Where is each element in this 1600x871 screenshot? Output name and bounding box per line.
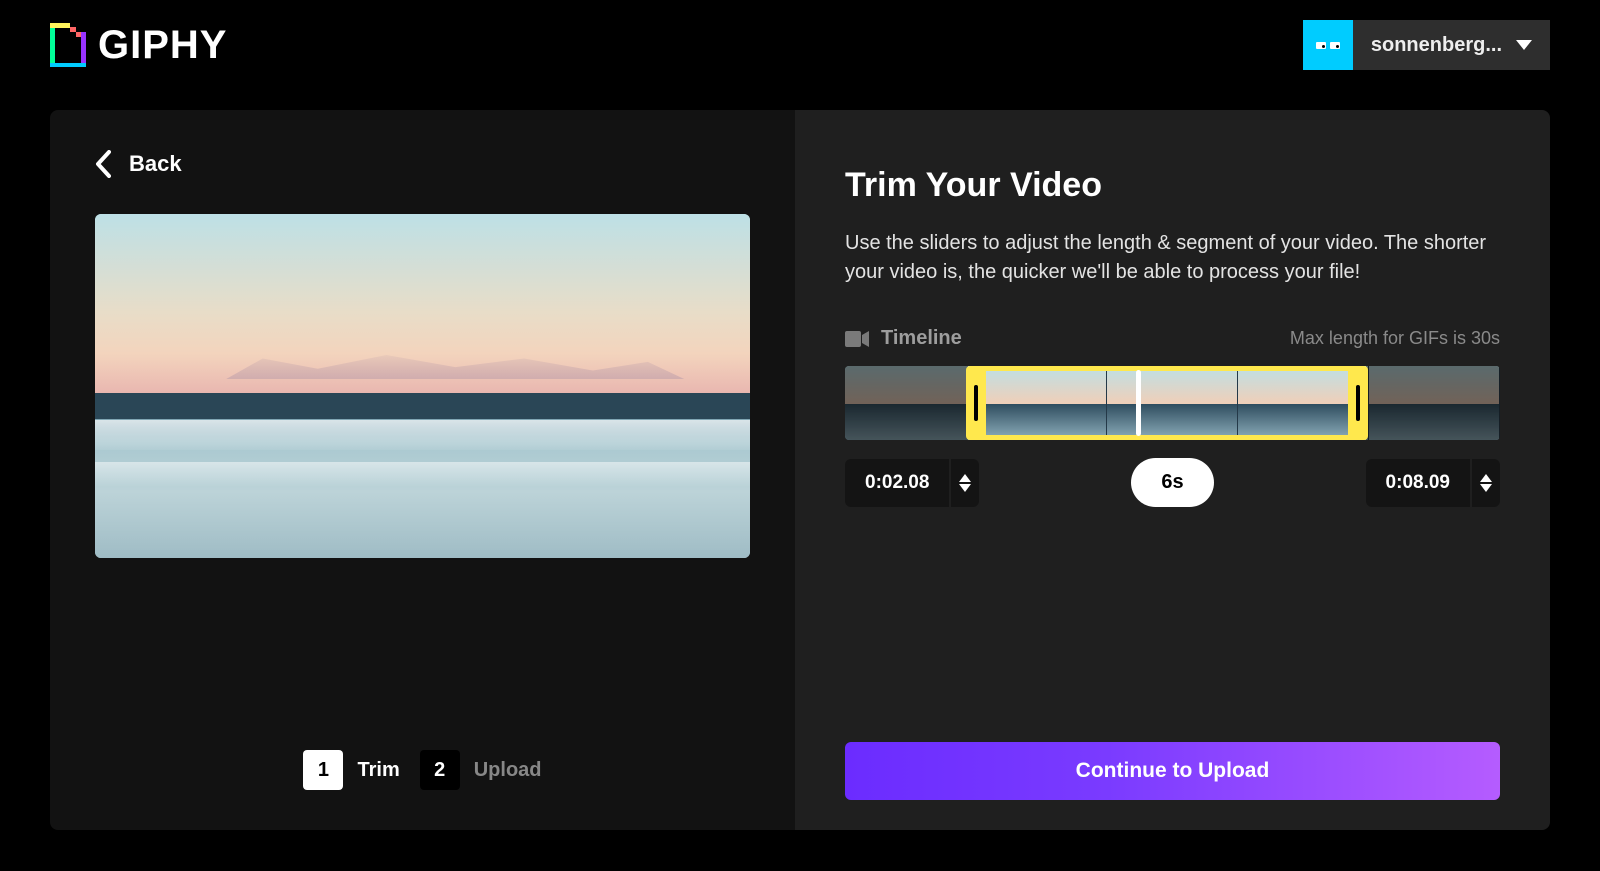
end-time-control: 0:08.09 xyxy=(1366,459,1500,507)
chevron-down-icon[interactable] xyxy=(959,484,971,492)
workspace: Back 1 Trim 2 Upload Trim Your Video Use… xyxy=(50,110,1550,830)
header: GIPHY sonnenberg... xyxy=(0,0,1600,90)
chevron-down-icon xyxy=(1516,40,1550,50)
user-menu[interactable]: sonnenberg... xyxy=(1303,20,1550,70)
preview-panel: Back 1 Trim 2 Upload xyxy=(50,110,795,830)
start-time-value: 0:02.08 xyxy=(845,459,949,507)
giphy-logo-icon xyxy=(50,23,86,67)
duration-pill: 6s xyxy=(1131,458,1213,507)
trim-panel: Trim Your Video Use the sliders to adjus… xyxy=(795,110,1550,830)
step-indicator: 1 Trim 2 Upload xyxy=(95,750,750,800)
time-controls: 0:02.08 6s 0:08.09 xyxy=(845,458,1500,507)
chevron-left-icon xyxy=(95,150,111,178)
chevron-down-icon[interactable] xyxy=(1480,484,1492,492)
continue-button-label: Continue to Upload xyxy=(1076,759,1270,783)
back-button[interactable]: Back xyxy=(95,150,750,178)
step-number: 1 xyxy=(303,750,343,790)
video-preview[interactable] xyxy=(95,214,750,558)
start-time-stepper[interactable] xyxy=(951,459,979,507)
step-label: Upload xyxy=(474,759,542,782)
brand-name: GIPHY xyxy=(98,23,227,68)
start-time-control: 0:02.08 xyxy=(845,459,979,507)
timeline-label: Timeline xyxy=(881,327,962,350)
end-time-stepper[interactable] xyxy=(1472,459,1500,507)
avatar xyxy=(1303,20,1353,70)
timeline-dim-left xyxy=(845,366,968,440)
trim-selection xyxy=(968,366,1366,440)
playhead[interactable] xyxy=(1136,370,1141,436)
trim-handle-start[interactable] xyxy=(966,366,986,440)
timeline-hint: Max length for GIFs is 30s xyxy=(1290,328,1500,349)
trim-handle-end[interactable] xyxy=(1348,366,1368,440)
step-upload[interactable]: 2 Upload xyxy=(420,750,542,790)
logo[interactable]: GIPHY xyxy=(50,23,227,68)
chevron-up-icon[interactable] xyxy=(959,474,971,482)
end-time-value: 0:08.09 xyxy=(1366,459,1470,507)
step-label: Trim xyxy=(357,759,399,782)
continue-button[interactable]: Continue to Upload xyxy=(845,742,1500,800)
step-trim[interactable]: 1 Trim xyxy=(303,750,399,790)
username: sonnenberg... xyxy=(1353,34,1516,57)
video-icon xyxy=(845,331,869,347)
chevron-up-icon[interactable] xyxy=(1480,474,1492,482)
step-number: 2 xyxy=(420,750,460,790)
panel-description: Use the sliders to adjust the length & s… xyxy=(845,229,1500,287)
back-label: Back xyxy=(129,151,182,177)
panel-title: Trim Your Video xyxy=(845,166,1500,205)
timeline-dim-right xyxy=(1366,366,1500,440)
timeline[interactable] xyxy=(845,366,1500,440)
timeline-header: Timeline Max length for GIFs is 30s xyxy=(845,327,1500,350)
